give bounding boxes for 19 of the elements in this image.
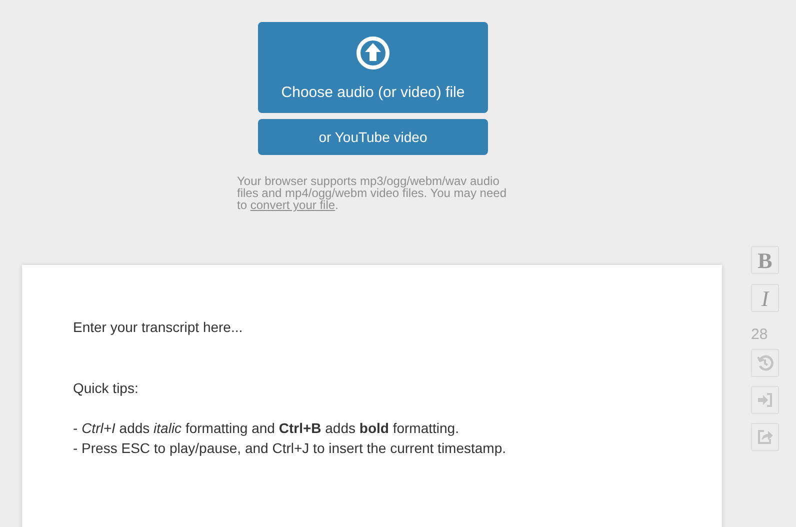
upload-icon [356, 36, 390, 70]
supported-formats-note: Your browser supports mp3/ogg/webm/wav audio files and mp4/ogg/webm video files. You may need to convert your file. [237, 175, 508, 211]
history-icon [756, 354, 774, 372]
italic-button[interactable]: I [751, 284, 779, 312]
sign-in-icon [756, 390, 774, 408]
tip-line: - Press ESC to play/pause, and Ctrl+J to insert the current timestamp. [73, 439, 508, 458]
font-size-label: 28 [751, 325, 768, 345]
bold-button[interactable]: B [751, 246, 779, 274]
youtube-button[interactable]: or YouTube video [258, 119, 488, 155]
transcript-editor[interactable]: Enter your transcript here... Quick tips: - Ctrl+I adds italic formatting and Ctrl+B adds bold formatting. - Press ESC to play/pause, and Ctrl+J to insert the current timestamp. [22, 265, 722, 527]
convert-file-link[interactable]: convert your file [250, 198, 336, 212]
upload-file-button[interactable]: Choose audio (or video) file [258, 22, 488, 113]
insert-timestamp-button[interactable] [751, 386, 779, 414]
tips-title: Quick tips: [73, 379, 140, 398]
placeholder-text: Enter your transcript here... [73, 318, 244, 337]
share-icon [756, 428, 774, 446]
tip-line: - Ctrl+I adds italic formatting and Ctrl+B adds bold formatting. [73, 419, 460, 438]
export-button[interactable] [751, 422, 779, 450]
history-button[interactable] [751, 348, 779, 376]
